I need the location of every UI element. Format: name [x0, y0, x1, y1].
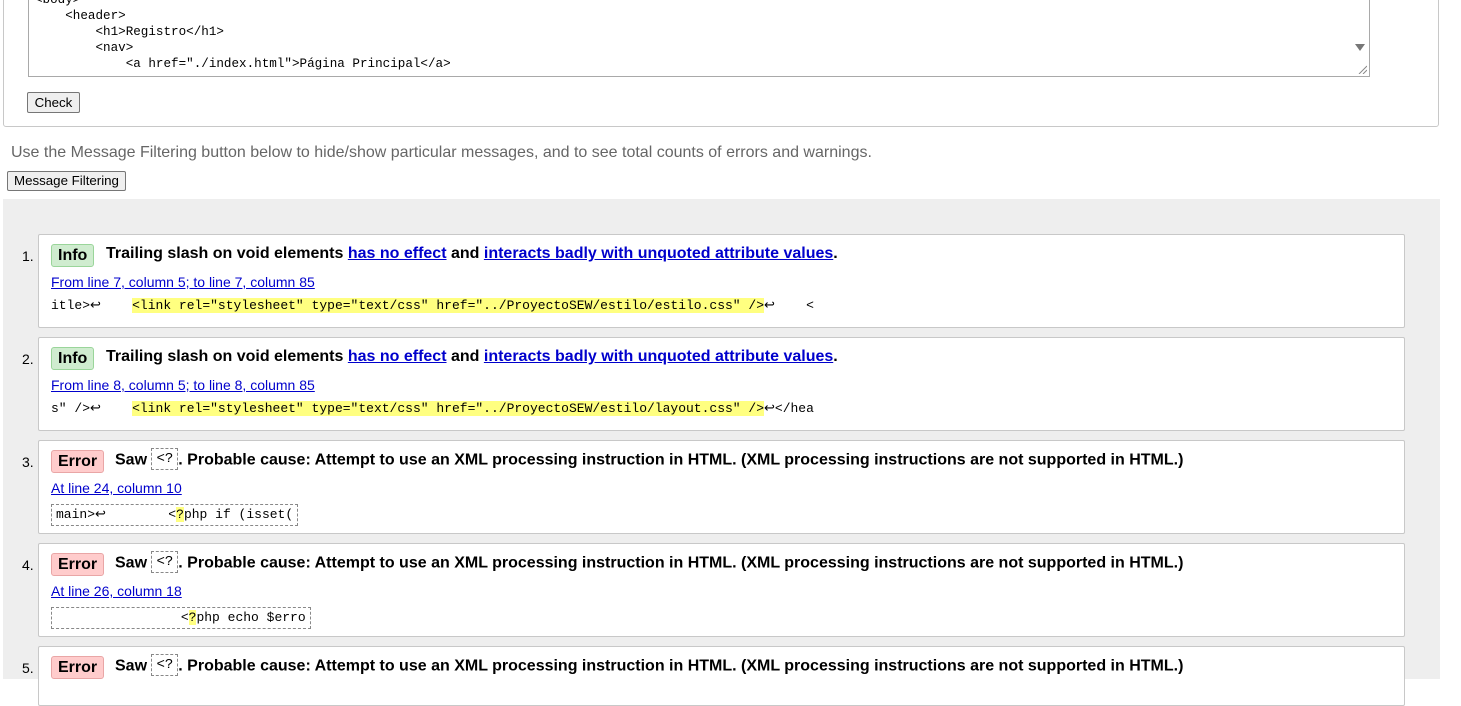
- location-link[interactable]: From line 8, column 5; to line 8, column…: [51, 377, 315, 393]
- code-line: <h1>Registro</h1>: [35, 25, 224, 39]
- message-item: Error Saw <?. Probable cause: Attempt to…: [38, 543, 1405, 637]
- code-line: <a href="./index.html">Página Principal<…: [35, 57, 451, 71]
- error-badge: Error: [51, 553, 105, 576]
- code-extract: itle>↩ <link rel="stylesheet" type="text…: [51, 298, 814, 313]
- code-line: <body>: [35, 0, 81, 7]
- message-text: Saw <?. Probable cause: Attempt to use a…: [115, 654, 1183, 676]
- code-chip: <?: [151, 654, 179, 676]
- message-number: 4.: [22, 557, 34, 573]
- interacts-badly-link[interactable]: interacts badly with unquoted attribute …: [484, 348, 833, 365]
- message-text: Saw <?. Probable cause: Attempt to use a…: [115, 448, 1183, 470]
- info-badge: Info: [51, 244, 95, 267]
- message-number: 1.: [22, 248, 34, 264]
- message-text: Trailing slash on void elements has no e…: [106, 245, 838, 262]
- code-chip: <?: [151, 551, 179, 573]
- info-badge: Info: [51, 347, 95, 370]
- results-list: 1. Info Trailing slash on void elements …: [3, 199, 1440, 706]
- has-no-effect-link[interactable]: has no effect: [348, 245, 447, 262]
- message-number: 5.: [22, 660, 34, 676]
- message-item: Error Saw <?. Probable cause: Attempt to…: [38, 646, 1405, 706]
- check-button[interactable]: Check: [27, 92, 80, 113]
- location-link[interactable]: From line 7, column 5; to line 7, column…: [51, 274, 315, 290]
- message-number: 3.: [22, 454, 34, 470]
- location-link[interactable]: At line 24, column 10: [51, 480, 182, 496]
- message-item: Info Trailing slash on void elements has…: [38, 337, 1405, 431]
- code-extract: <?php echo $erro: [51, 607, 311, 629]
- scroll-down-arrow-icon[interactable]: [1355, 44, 1365, 51]
- message-text: Trailing slash on void elements has no e…: [106, 348, 838, 365]
- interacts-badly-link[interactable]: interacts badly with unquoted attribute …: [484, 245, 833, 262]
- filter-note: Use the Message Filtering button below t…: [11, 144, 872, 161]
- message-number: 2.: [22, 351, 34, 367]
- validator-form: <body> <header> <h1>Registro</h1> <nav> …: [3, 0, 1439, 127]
- has-no-effect-link[interactable]: has no effect: [348, 348, 447, 365]
- code-line: <header>: [35, 9, 126, 23]
- source-textarea[interactable]: <body> <header> <h1>Registro</h1> <nav> …: [28, 0, 1370, 77]
- location-link[interactable]: At line 26, column 18: [51, 583, 182, 599]
- code-line: <nav>: [35, 41, 134, 55]
- message-item: Error Saw <?. Probable cause: Attempt to…: [38, 440, 1405, 534]
- error-badge: Error: [51, 656, 105, 679]
- message-item: Info Trailing slash on void elements has…: [38, 234, 1405, 328]
- code-extract: s" />↩ <link rel="stylesheet" type="text…: [51, 401, 814, 416]
- message-filtering-button[interactable]: Message Filtering: [7, 171, 126, 191]
- message-text: Saw <?. Probable cause: Attempt to use a…: [115, 551, 1183, 573]
- code-chip: <?: [151, 448, 179, 470]
- code-extract: main>↩ <?php if (isset(: [51, 504, 299, 526]
- error-badge: Error: [51, 450, 105, 473]
- resize-grip-icon[interactable]: [1357, 64, 1367, 74]
